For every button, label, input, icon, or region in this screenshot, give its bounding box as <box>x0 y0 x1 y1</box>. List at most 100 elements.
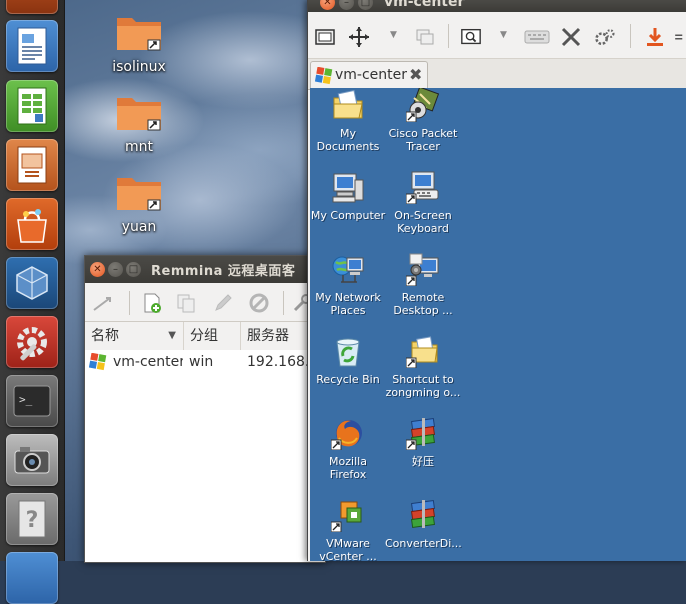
window-title: vm-center <box>384 0 465 10</box>
maximize-icon[interactable]: □ <box>358 0 373 10</box>
vm-tabbar: vm-center ✖ <box>308 59 686 90</box>
desktop-folder-yuan[interactable]: yuan <box>99 172 179 235</box>
icon-label: My Documents <box>316 127 380 153</box>
delete-connection-icon[interactable] <box>248 292 270 314</box>
folder-label: mnt <box>125 139 153 155</box>
tab-vm-center[interactable]: vm-center ✖ <box>310 61 428 89</box>
folder-shortcut-icon <box>405 336 438 369</box>
launcher-item-top[interactable] <box>6 0 58 14</box>
icon-label: Mozilla Firefox <box>329 455 367 481</box>
converter-icon <box>410 499 436 529</box>
desktop-folder-isolinux[interactable]: isolinux <box>99 12 179 75</box>
desktop-icon-haozip[interactable]: 好压 <box>385 416 461 468</box>
zoom-screen-icon[interactable] <box>460 26 482 48</box>
sort-arrow-icon: ▼ <box>168 330 176 341</box>
edit-connection-icon[interactable] <box>212 292 234 314</box>
desktop-icon-my-computer[interactable]: My Computer <box>310 170 386 222</box>
close-tab-icon[interactable]: ✖ <box>409 65 422 84</box>
column-header-name[interactable]: 名称 ▼ <box>85 322 184 350</box>
recycle-bin-icon <box>336 338 360 367</box>
desktop-icon-recycle-bin[interactable]: Recycle Bin <box>310 334 386 386</box>
libreoffice-impress-icon[interactable] <box>6 139 58 191</box>
help-icon[interactable]: ? <box>6 493 58 545</box>
libreoffice-writer-icon[interactable] <box>6 20 58 72</box>
cisco-packet-tracer-icon <box>405 86 440 123</box>
desktop-icon-onscreen-keyboard[interactable]: On-Screen Keyboard <box>385 170 461 235</box>
toolbar-separator <box>129 291 130 315</box>
tab-label: vm-center <box>335 67 408 83</box>
tools-icon[interactable] <box>560 26 582 48</box>
column-label: 分组 <box>190 328 218 344</box>
connection-list: vm-center win 192.168.5 <box>85 350 325 562</box>
windows-icon[interactable] <box>414 26 436 48</box>
desktop-icon-vmware-vcenter[interactable]: VMware vCenter ... <box>310 498 386 563</box>
icon-label: Cisco Packet Tracer <box>388 127 458 153</box>
onscreen-keyboard-icon <box>405 171 439 205</box>
desktop-icon-my-network-places[interactable]: My Network Places <box>310 252 386 317</box>
icon-label: On-Screen Keyboard <box>394 209 452 235</box>
close-icon[interactable]: ✕ <box>320 0 335 10</box>
window-title: Remmina 远程桌面客 <box>151 264 296 279</box>
fullscreen-icon[interactable] <box>314 26 336 48</box>
remmina-toolbar <box>85 283 325 322</box>
folder-icon <box>117 98 161 131</box>
remmina-window: ✕ – □ Remmina 远程桌面客 名称 ▼ 分组 服务器 vm-cente… <box>84 255 326 563</box>
desktop-folder-mnt[interactable]: mnt <box>99 92 179 155</box>
icon-label: 好压 <box>412 455 434 468</box>
preferences-gears-icon[interactable] <box>594 26 616 48</box>
my-documents-icon <box>333 89 363 119</box>
remmina-titlebar[interactable]: ✕ – □ Remmina 远程桌面客 <box>85 256 325 283</box>
haozip-icon <box>405 417 436 451</box>
svg-text:>_: >_ <box>19 393 33 406</box>
desktop-icon-mozilla-firefox[interactable]: Mozilla Firefox <box>310 416 386 481</box>
connection-list-header: 名称 ▼ 分组 服务器 <box>85 322 325 351</box>
minimize-to-panel-icon[interactable] <box>644 26 666 48</box>
desktop-icon-remote-desktop[interactable]: Remote Desktop ... <box>385 252 461 317</box>
desktop-icon-converter[interactable]: ConverterDi... <box>385 498 462 550</box>
icon-label: My Network Places <box>315 291 381 317</box>
virtualbox-icon[interactable] <box>6 257 58 309</box>
chevron-down-icon[interactable]: ▼ <box>390 30 397 40</box>
vm-center-window: ✕ – □ vm-center ▼ ▼ vm-center ✖ My Docum… <box>307 0 686 563</box>
minimize-icon[interactable]: – <box>108 262 123 277</box>
column-header-group[interactable]: 分组 <box>184 322 241 350</box>
remote-desktop-view[interactable]: My Documents Cisco Packet Tracer My Comp… <box>310 86 686 563</box>
toolbar-separator <box>448 24 449 48</box>
column-label: 名称 <box>91 328 119 344</box>
my-network-places-icon <box>332 256 364 283</box>
vm-titlebar[interactable]: ✕ – □ vm-center <box>308 0 686 12</box>
close-icon[interactable]: ✕ <box>90 262 105 277</box>
minimize-icon[interactable]: – <box>339 0 354 10</box>
cheese-webcam-icon[interactable] <box>6 434 58 486</box>
maximize-icon[interactable]: □ <box>126 262 141 277</box>
svg-text:?: ? <box>26 508 39 533</box>
folder-icon <box>117 18 161 51</box>
my-computer-icon <box>332 173 364 203</box>
keyboard-icon[interactable] <box>524 26 550 48</box>
icon-label: My Computer <box>310 209 386 222</box>
system-settings-icon[interactable] <box>6 316 58 368</box>
desktop-icon-shortcut-zongming[interactable]: Shortcut to zongming o... <box>385 334 461 399</box>
libreoffice-calc-icon[interactable] <box>6 80 58 132</box>
folder-label: yuan <box>121 219 157 235</box>
icon-label: VMware vCenter ... <box>319 537 377 563</box>
desktop-icon-my-documents[interactable]: My Documents <box>310 88 386 153</box>
rdp-protocol-icon <box>88 352 107 374</box>
disconnect-icon[interactable] <box>674 26 686 48</box>
icon-label: Recycle Bin <box>316 373 380 386</box>
terminal-icon[interactable]: >_ <box>6 375 58 427</box>
vm-toolbar: ▼ ▼ <box>308 12 686 59</box>
connect-icon[interactable] <box>91 292 113 314</box>
vmware-vcenter-icon <box>330 501 362 533</box>
launcher-item-bottom[interactable] <box>6 552 58 604</box>
ubuntu-software-center-icon[interactable] <box>6 198 58 250</box>
scale-icon[interactable] <box>348 26 370 48</box>
copy-connection-icon[interactable] <box>175 292 197 314</box>
rdp-protocol-icon <box>314 66 333 88</box>
unity-launcher: >_ ? <box>0 0 65 604</box>
desktop-icon-cisco-packet-tracer[interactable]: Cisco Packet Tracer <box>385 86 461 153</box>
toolbar-separator <box>283 291 284 315</box>
chevron-down-icon[interactable]: ▼ <box>500 30 507 40</box>
new-connection-icon[interactable] <box>141 292 163 314</box>
table-row[interactable]: vm-center win 192.168.5 <box>85 350 325 374</box>
